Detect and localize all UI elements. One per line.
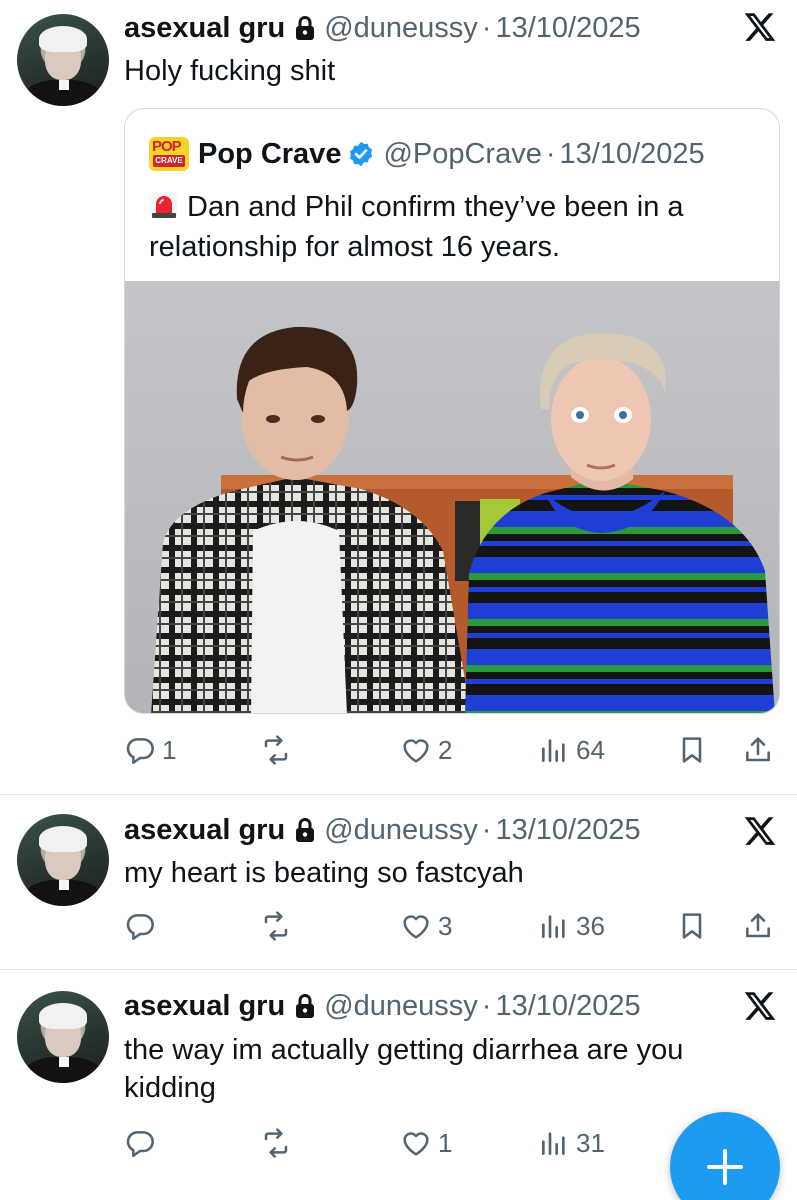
display-name[interactable]: asexual gru — [124, 990, 285, 1023]
tweet-header: asexual gru @duneussy · 13/10/2025 — [124, 10, 641, 46]
handle[interactable]: @duneussy — [324, 814, 478, 847]
bookmark-button[interactable] — [676, 730, 708, 770]
share-icon — [742, 734, 774, 766]
separator: · — [545, 137, 556, 170]
siren-emoji-icon — [151, 192, 177, 218]
plus-icon — [707, 1149, 743, 1185]
like-count: 2 — [438, 734, 453, 765]
timestamp[interactable]: 13/10/2025 — [495, 12, 640, 45]
share-button[interactable] — [742, 730, 774, 770]
reply-icon — [124, 1127, 156, 1159]
tweet-actions: 3 36 — [124, 906, 784, 946]
view-count: 36 — [576, 910, 605, 941]
reply-icon — [124, 734, 156, 766]
tweet-text: Holy fucking shit — [124, 55, 336, 87]
bookmark-icon — [676, 910, 708, 942]
share-icon — [742, 910, 774, 942]
display-name[interactable]: asexual gru — [124, 12, 285, 45]
timestamp[interactable]: 13/10/2025 — [495, 990, 640, 1023]
avatar[interactable] — [17, 814, 109, 906]
reply-button[interactable]: 1 — [124, 730, 176, 770]
heart-icon — [400, 1127, 432, 1159]
timestamp[interactable]: 13/10/2025 — [495, 814, 640, 847]
tweet-header: asexual gru @duneussy · 13/10/2025 — [124, 988, 641, 1024]
verified-badge-icon — [350, 141, 373, 167]
quoted-tweet[interactable]: POP CRAVE Pop Crave @PopCrave · 13/10/20… — [124, 108, 780, 714]
tweet-text: the way im actually getting diarrhea are… — [124, 1034, 684, 1104]
logo-text-top: POP — [152, 138, 182, 155]
lock-icon — [294, 993, 316, 1019]
views-icon — [538, 734, 570, 766]
views-button[interactable]: 36 — [538, 906, 605, 946]
separator: · — [481, 813, 492, 846]
quote-text-block: Dan and Phil confirm they’ve been in a r… — [149, 187, 769, 267]
quoted-tweet-photo[interactable] — [125, 281, 779, 713]
display-name[interactable]: asexual gru — [124, 814, 285, 847]
tweet-header: asexual gru @duneussy · 13/10/2025 — [124, 812, 641, 848]
repost-icon — [260, 1127, 292, 1159]
views-button[interactable]: 31 — [538, 1123, 605, 1163]
repost-button[interactable] — [260, 906, 298, 946]
bookmark-icon — [676, 734, 708, 766]
like-button[interactable]: 3 — [400, 906, 452, 946]
x-logo-icon — [743, 10, 777, 44]
logo-text-bottom: CRAVE — [153, 155, 185, 167]
repost-button[interactable] — [260, 730, 298, 770]
separator: · — [481, 11, 492, 44]
reply-count: 1 — [162, 734, 177, 765]
x-logo-icon — [743, 814, 777, 848]
repost-button[interactable] — [260, 1123, 298, 1163]
repost-icon — [260, 734, 292, 766]
like-count: 3 — [438, 910, 453, 941]
handle[interactable]: @duneussy — [324, 990, 478, 1023]
reply-icon — [124, 910, 156, 942]
lock-icon — [294, 817, 316, 843]
avatar[interactable] — [17, 991, 109, 1083]
tweet[interactable]: asexual gru @duneussy · 13/10/2025 Holy … — [0, 0, 797, 795]
handle[interactable]: @duneussy — [324, 12, 478, 45]
views-button[interactable]: 64 — [538, 730, 605, 770]
bookmark-button[interactable] — [676, 906, 708, 946]
tweet-actions: 1 2 64 — [124, 730, 784, 770]
views-icon — [538, 910, 570, 942]
reply-button[interactable] — [124, 906, 162, 946]
two-men-photo — [125, 281, 779, 713]
x-logo-icon — [743, 989, 777, 1023]
quote-text: Dan and Phil confirm they’ve been in a r… — [149, 191, 684, 263]
tweet[interactable]: asexual gru @duneussy · 13/10/2025 my he… — [0, 796, 797, 970]
like-button[interactable]: 1 — [400, 1123, 452, 1163]
pop-crave-avatar[interactable]: POP CRAVE — [149, 137, 189, 171]
like-count: 1 — [438, 1127, 453, 1158]
reply-button[interactable] — [124, 1123, 162, 1163]
heart-icon — [400, 910, 432, 942]
repost-icon — [260, 910, 292, 942]
views-icon — [538, 1127, 570, 1159]
separator: · — [481, 989, 492, 1022]
share-button[interactable] — [742, 906, 774, 946]
quote-header: POP CRAVE Pop Crave @PopCrave · 13/10/20… — [149, 137, 705, 171]
heart-icon — [400, 734, 432, 766]
avatar[interactable] — [17, 14, 109, 106]
quote-display-name[interactable]: Pop Crave — [198, 138, 341, 171]
view-count: 31 — [576, 1127, 605, 1158]
view-count: 64 — [576, 734, 605, 765]
quote-timestamp[interactable]: 13/10/2025 — [560, 138, 705, 171]
quote-handle[interactable]: @PopCrave — [383, 138, 541, 171]
tweet-text: my heart is beating so fastcyah — [124, 857, 524, 889]
lock-icon — [294, 15, 316, 41]
like-button[interactable]: 2 — [400, 730, 452, 770]
